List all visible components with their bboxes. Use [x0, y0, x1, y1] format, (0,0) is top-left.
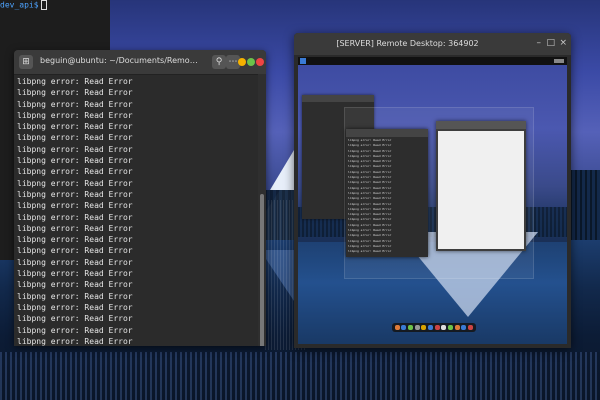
- prompt-text: dev_api$: [0, 0, 39, 10]
- terminal-line: libpng error: Read Error: [17, 167, 133, 177]
- terminal-window[interactable]: ⊞ beguin@ubuntu: ~/Documents/Remote-Desk…: [14, 50, 266, 346]
- dock-app-icon: [401, 325, 407, 330]
- dock-app-icon: [468, 325, 474, 330]
- remote-dock: [392, 323, 476, 332]
- terminal-titlebar[interactable]: ⊞ beguin@ubuntu: ~/Documents/Remote-Desk…: [14, 50, 266, 75]
- terminal-line: libpng error: Read Error: [17, 257, 133, 267]
- maximize-button[interactable]: [247, 58, 255, 66]
- terminal-line: libpng error: Read Error: [17, 212, 133, 222]
- remote-desktop-titlebar[interactable]: [SERVER] Remote Desktop: 364902 – □ ×: [294, 33, 571, 55]
- terminal-line: libpng error: Read Error: [17, 178, 133, 188]
- terminal-line: libpng error: Read Error: [17, 280, 133, 290]
- dock-app-icon: [408, 325, 414, 330]
- remote-screen-view[interactable]: libpng error: Read Error libpng error: Re…: [298, 57, 567, 344]
- terminal-line: libpng error: Read Error: [17, 235, 133, 245]
- dock-app-icon: [414, 325, 420, 330]
- scrollbar-thumb[interactable]: [260, 194, 264, 346]
- terminal-line: libpng error: Read Error: [17, 77, 133, 86]
- remote-blank-window-titlebar: [436, 121, 526, 129]
- terminal-line: libpng error: Read Error: [17, 325, 133, 335]
- new-tab-icon[interactable]: ⊞: [19, 55, 33, 69]
- terminal-output[interactable]: libpng error: Read Error libpng error: Re…: [14, 74, 258, 346]
- terminal-line: libpng error: Read Error: [17, 201, 133, 211]
- close-button[interactable]: [256, 58, 264, 66]
- terminal-line: libpng error: Read Error: [17, 223, 133, 233]
- remote-terminal-output: libpng error: Read Error libpng error: Re…: [346, 137, 428, 256]
- remote-blank-window: [436, 121, 526, 251]
- remote-blank-window-content: [438, 131, 524, 249]
- terminal-scrollbar[interactable]: [258, 74, 266, 346]
- dock-app-icon: [448, 325, 454, 330]
- terminal-title: beguin@ubuntu: ~/Documents/Remote-Deskto…: [40, 56, 200, 65]
- terminal-line: libpng error: Read Error: [17, 314, 133, 324]
- terminal-line: libpng error: Read Error: [17, 88, 133, 98]
- terminal-line: libpng error: Read Error: [17, 133, 133, 143]
- close-icon[interactable]: ×: [559, 39, 567, 48]
- remote-menu-icon: [300, 58, 306, 64]
- remote-top-panel: [298, 57, 567, 65]
- minimize-button[interactable]: [238, 58, 246, 66]
- remote-nested-terminal-titlebar: [302, 95, 374, 102]
- terminal-line: libpng error: Read Error: [17, 336, 133, 346]
- terminal-line: libpng error: Read Error: [17, 189, 133, 199]
- maximize-icon[interactable]: □: [546, 39, 555, 48]
- terminal-line: libpng error: Read Error: [17, 110, 133, 120]
- dock-app-icon: [461, 325, 467, 330]
- remote-terminal-titlebar: [346, 129, 428, 137]
- terminal-line: libpng error: Read Error: [17, 291, 133, 301]
- search-icon[interactable]: ⚲: [212, 55, 226, 69]
- terminal-line: libpng error: Read Error: [17, 99, 133, 109]
- remote-system-tray: [554, 59, 564, 63]
- remote-terminal-line: libpng error: Read Error: [348, 249, 392, 254]
- terminal-cursor: [40, 0, 47, 10]
- terminal-line: libpng error: Read Error: [17, 144, 133, 154]
- minimize-icon[interactable]: –: [537, 39, 542, 48]
- terminal-line: libpng error: Read Error: [17, 246, 133, 256]
- terminal-line: libpng error: Read Error: [17, 302, 133, 312]
- dock-app-icon: [441, 325, 447, 330]
- terminal-line: libpng error: Read Error: [17, 156, 133, 166]
- dock-app-icon: [394, 325, 400, 330]
- dock-app-icon: [454, 325, 460, 330]
- terminal-line: libpng error: Read Error: [17, 122, 133, 132]
- render-glitch-bottom: [0, 352, 600, 400]
- background-terminal-prompt: dev_api$: [0, 0, 47, 10]
- dock-app-icon: [428, 325, 434, 330]
- remote-desktop-window[interactable]: [SERVER] Remote Desktop: 364902 – □ × li…: [294, 33, 571, 348]
- terminal-line: libpng error: Read Error: [17, 269, 133, 279]
- remote-terminal-window: libpng error: Read Error libpng error: Re…: [346, 129, 428, 257]
- dock-app-icon: [421, 325, 427, 330]
- dock-app-icon: [434, 325, 440, 330]
- remote-desktop-title: [SERVER] Remote Desktop: 364902: [336, 39, 479, 48]
